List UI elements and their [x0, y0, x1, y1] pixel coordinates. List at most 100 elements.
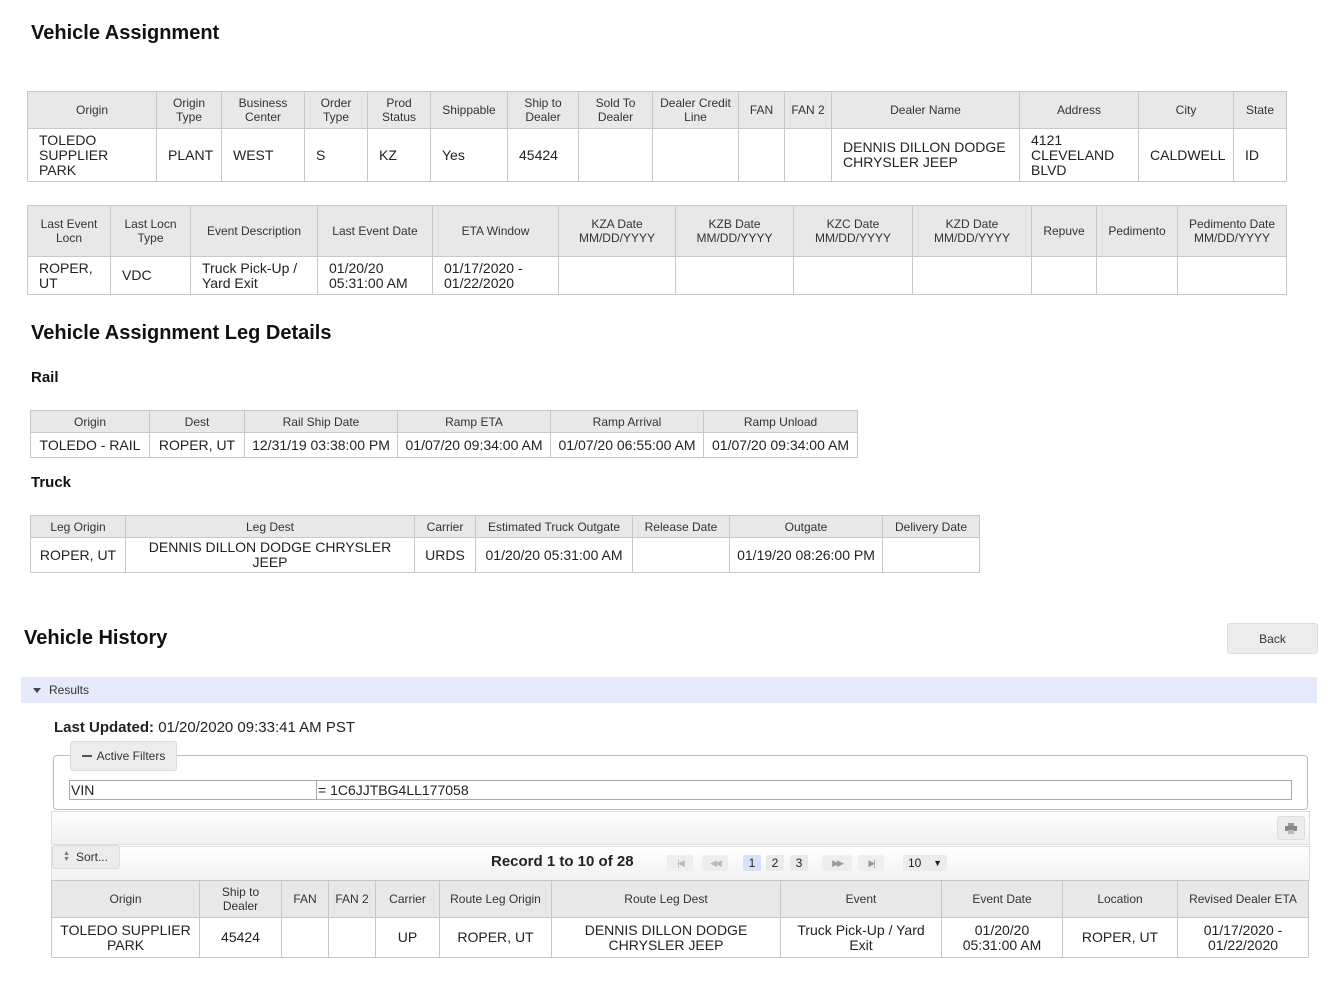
col-header: Event Description [190, 205, 318, 257]
back-button[interactable]: Back [1227, 623, 1318, 654]
col-header: Release Date [632, 515, 730, 538]
col-header: Business Center [221, 91, 305, 129]
col-header: City [1138, 91, 1234, 129]
col-header: Outgate [729, 515, 883, 538]
table-cell: 01/07/20 06:55:00 AM [550, 432, 704, 458]
col-header: Last Event Locn [27, 205, 111, 257]
col-header: Ramp Arrival [550, 410, 704, 433]
caret-down-icon [33, 687, 41, 693]
col-header: Address [1019, 91, 1139, 129]
col-header: Carrier [414, 515, 476, 538]
col-header: Rail Ship Date [244, 410, 398, 433]
last-updated-label: Last Updated: [54, 719, 155, 736]
col-header: Repuve [1031, 205, 1097, 257]
table-cell [652, 128, 739, 182]
table-cell: VDC [110, 256, 191, 295]
prev-page-icon[interactable]: ◀◀ [702, 855, 728, 871]
col-header: ETA Window [432, 205, 559, 257]
col-header: Leg Dest [125, 515, 415, 538]
table-row[interactable]: TOLEDO SUPPLIER PARK 45424 UP ROPER, UT … [51, 917, 1309, 958]
col-header: Last Locn Type [110, 205, 191, 257]
col-header: FAN 2 [328, 880, 376, 918]
print-button[interactable] [1277, 816, 1305, 840]
results-label: Results [49, 683, 90, 697]
filter-value: = 1C6JJTBG4LL177058 [318, 782, 469, 798]
table-row: ROPER, UT DENNIS DILLON DODGE CHRYSLER J… [30, 537, 980, 573]
page-size-value: 10 [908, 856, 922, 870]
table-cell: 45424 [199, 917, 282, 958]
page-2-button[interactable]: 2 [766, 855, 784, 871]
table-row: TOLEDO - RAIL ROPER, UT 12/31/19 03:38:0… [30, 432, 858, 458]
table-cell: Truck Pick-Up / Yard Exit [190, 256, 318, 295]
history-table: Origin Ship to Dealer FAN FAN 2 Carrier … [51, 880, 1309, 958]
truck-table: Leg Origin Leg Dest Carrier Estimated Tr… [30, 515, 980, 573]
table-cell: 01/20/20 05:31:00 AM [475, 537, 633, 573]
minus-icon [81, 755, 92, 757]
last-updated: Last Updated: 01/20/2020 09:33:41 AM PST [54, 719, 355, 736]
table-cell [882, 537, 980, 573]
table-header-row: Last Event Locn Last Locn Type Event Des… [27, 205, 1287, 257]
col-header: FAN [738, 91, 785, 129]
col-header: Dealer Name [831, 91, 1020, 129]
col-header: Location [1062, 880, 1178, 918]
col-header: Route Leg Dest [551, 880, 781, 918]
col-header: Origin [30, 410, 150, 433]
table-cell: ROPER, UT [439, 917, 552, 958]
table-cell: WEST [221, 128, 305, 182]
sort-label: Sort... [75, 850, 108, 864]
table-cell: DENNIS DILLON DODGE CHRYSLER JEEP [125, 537, 415, 573]
table-cell: ROPER, UT [149, 432, 245, 458]
results-toggle[interactable]: Results [21, 677, 1317, 703]
truck-title: Truck [31, 474, 72, 491]
col-header: Ramp Unload [703, 410, 858, 433]
last-page-icon[interactable]: ▶| [858, 855, 884, 871]
table-cell: 01/17/2020 - 01/22/2020 [1177, 917, 1309, 958]
col-header: KZA Date MM/DD/YYYY [558, 205, 676, 257]
col-header: Order Type [304, 91, 368, 129]
leg-details-title: Vehicle Assignment Leg Details [31, 322, 332, 344]
sort-button[interactable]: ▲ ▼ Sort... [52, 845, 120, 869]
assignment-table: Origin Origin Type Business Center Order… [27, 91, 1287, 182]
col-header: Last Event Date [317, 205, 433, 257]
table-cell: TOLEDO - RAIL [30, 432, 150, 458]
table-cell: 45424 [507, 128, 579, 182]
table-cell: ROPER, UT [1062, 917, 1178, 958]
table-cell [1031, 256, 1097, 295]
table-cell: 01/19/20 08:26:00 PM [729, 537, 883, 573]
table-header-row: Origin Origin Type Business Center Order… [27, 91, 1287, 129]
col-header: Dest [149, 410, 245, 433]
table-cell [793, 256, 913, 295]
table-cell [738, 128, 785, 182]
sort-arrows-icon: ▲ ▼ [63, 850, 70, 863]
table-cell: ID [1233, 128, 1287, 182]
table-cell [632, 537, 730, 573]
table-cell [328, 917, 376, 958]
table-row: TOLEDO SUPPLIER PARK PLANT WEST S KZ Yes… [27, 128, 1287, 182]
first-page-icon[interactable]: |◀ [667, 855, 693, 871]
col-header: KZC Date MM/DD/YYYY [793, 205, 913, 257]
page-3-button[interactable]: 3 [790, 855, 808, 871]
table-cell: Truck Pick-Up / Yard Exit [780, 917, 942, 958]
col-header: FAN [281, 880, 329, 918]
table-header-row: Origin Dest Rail Ship Date Ramp ETA Ramp… [30, 410, 858, 433]
record-count: Record 1 to 10 of 28 [491, 853, 634, 870]
page-1-button[interactable]: 1 [743, 855, 761, 871]
table-cell: 01/07/20 09:34:00 AM [703, 432, 858, 458]
page-size-select[interactable]: 10 ▼ [903, 855, 947, 871]
table-cell: PLANT [156, 128, 222, 182]
table-cell: CALDWELL [1138, 128, 1234, 182]
active-filters-toggle[interactable]: Active Filters [70, 741, 177, 771]
active-filters-label: Active Filters [96, 749, 166, 763]
table-cell [558, 256, 676, 295]
col-header: Event [780, 880, 942, 918]
table-cell: DENNIS DILLON DODGE CHRYSLER JEEP [551, 917, 781, 958]
next-page-icon[interactable]: ▶▶ [822, 855, 852, 871]
filter-key: VIN [70, 781, 317, 799]
vehicle-history-title: Vehicle History [24, 627, 168, 649]
table-cell [675, 256, 794, 295]
col-header: KZB Date MM/DD/YYYY [675, 205, 794, 257]
table-cell: URDS [414, 537, 476, 573]
results-toolbar [51, 811, 1310, 845]
col-header: Sold To Dealer [578, 91, 653, 129]
col-header: Route Leg Origin [439, 880, 552, 918]
